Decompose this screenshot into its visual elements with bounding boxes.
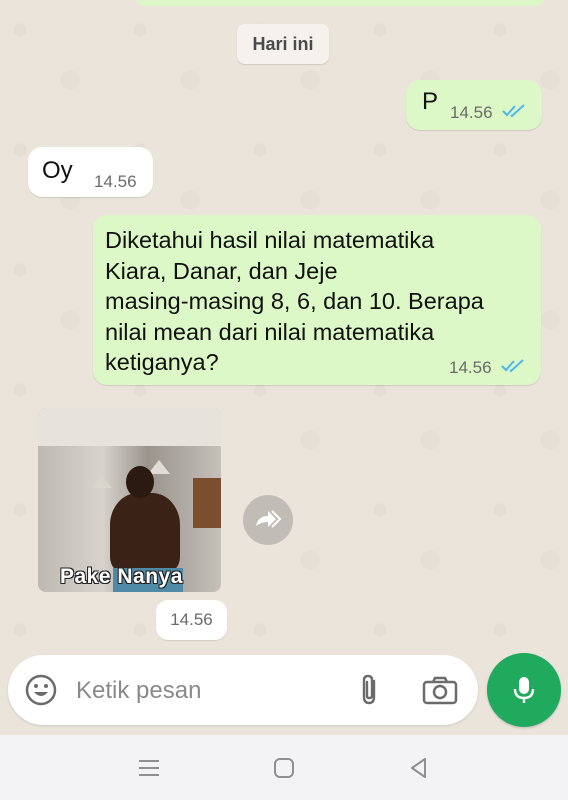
system-navigation-bar	[0, 735, 568, 800]
home-icon[interactable]	[270, 755, 298, 781]
message-time: 14.56	[449, 358, 492, 377]
sticker-photo-person	[110, 493, 180, 573]
message-text: Oy	[42, 157, 73, 184]
forward-icon	[256, 510, 282, 528]
camera-icon[interactable]	[422, 675, 458, 705]
forward-button[interactable]	[243, 495, 293, 545]
sticker-time: 14.56	[156, 600, 227, 640]
message-bubble-outgoing[interactable]: Diketahui hasil nilai matematika Kiara, …	[93, 215, 541, 385]
sticker-photo-shelf	[193, 478, 221, 528]
message-bubble-outgoing[interactable]: P 14.56	[406, 80, 542, 130]
paperclip-icon[interactable]	[355, 673, 385, 707]
sticker-photo-lamp	[92, 476, 112, 488]
double-check-icon	[501, 359, 524, 373]
message-time: 14.56	[94, 172, 137, 191]
sticker-photo-head	[126, 466, 154, 498]
message-text: Diketahui hasil nilai matematika Kiara, …	[105, 227, 484, 375]
message-text: P	[422, 88, 439, 115]
back-icon[interactable]	[405, 755, 433, 781]
microphone-icon	[513, 677, 535, 703]
date-chip: Hari ini	[237, 24, 329, 64]
previous-message-bubble[interactable]	[135, 0, 545, 6]
emoji-icon[interactable]	[24, 673, 58, 707]
voice-message-button[interactable]	[487, 653, 561, 727]
recents-icon[interactable]	[135, 755, 163, 781]
message-input[interactable]	[74, 675, 348, 707]
double-check-icon	[502, 104, 525, 118]
sticker-photo-ceiling	[38, 408, 221, 446]
sticker-caption: Pake Nanya	[60, 565, 183, 588]
sticker-image[interactable]: Pake Nanya	[38, 408, 221, 592]
message-time: 14.56	[450, 103, 493, 122]
message-bubble-incoming[interactable]: Oy 14.56	[28, 147, 153, 197]
message-input-bar	[8, 655, 478, 725]
